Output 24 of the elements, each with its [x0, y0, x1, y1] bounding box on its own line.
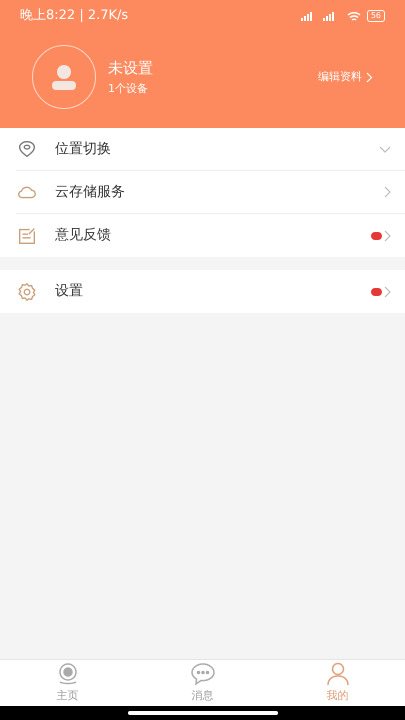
menu-item[interactable]: 意见反馈: [16, 214, 405, 257]
settings-icon: [16, 280, 38, 302]
chevron-right-icon: [384, 230, 391, 242]
chevron-right-icon: [384, 286, 391, 298]
chat-icon: [190, 661, 216, 688]
person-icon: [324, 661, 350, 688]
chevron-right-icon: [384, 186, 391, 198]
menu-label: 云存储服务: [55, 182, 125, 202]
menu-item[interactable]: 云存储服务: [16, 171, 405, 214]
avatar[interactable]: [32, 45, 96, 109]
menu-label: 设置: [55, 282, 83, 301]
user-icon: [50, 64, 78, 90]
chevron-right-icon: [366, 72, 373, 82]
chevron-down-icon: [379, 146, 391, 152]
menu-item[interactable]: 位置切换: [16, 128, 405, 171]
menu-label: 意见反馈: [55, 226, 111, 245]
battery-indicator: 56: [366, 10, 385, 22]
menu-label: 位置切换: [55, 140, 111, 158]
wifi-icon: [346, 10, 361, 22]
status-time: 晚上8:22 | 2.7K/s: [20, 7, 128, 26]
device-count: 1个设备: [108, 81, 149, 97]
menu-item[interactable]: 设置: [16, 270, 405, 313]
user-name: 未设置: [108, 58, 153, 78]
location-pin-icon: [16, 138, 38, 160]
